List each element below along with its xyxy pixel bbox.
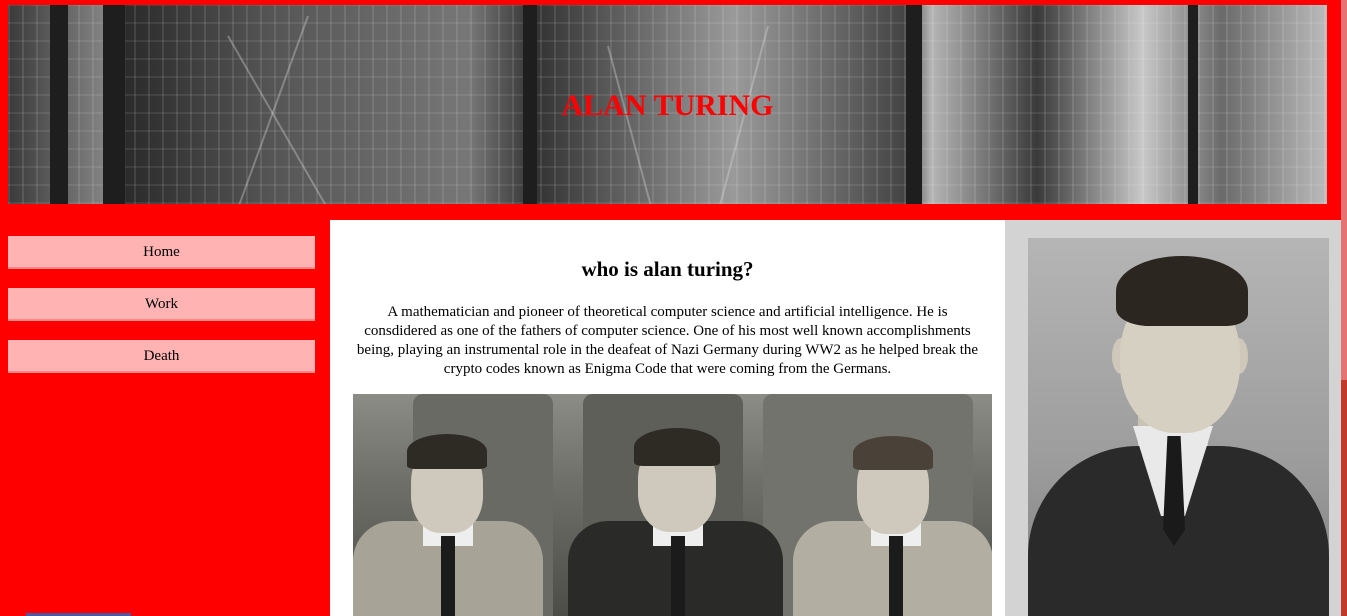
header-banner: ALAN TURING: [8, 5, 1327, 204]
sidebar-nav: Home Work Death: [8, 236, 315, 392]
alan-turing-portrait: [1028, 238, 1329, 616]
page-heading: who is alan turing?: [581, 257, 754, 281]
main-content: who is alan turing? A mathematician and …: [330, 220, 1005, 616]
right-sidebar: [1005, 220, 1341, 616]
nav-death-button[interactable]: Death: [8, 340, 315, 373]
nav-home-button[interactable]: Home: [8, 236, 315, 269]
intro-paragraph: A mathematician and pioneer of theoretic…: [356, 304, 979, 377]
nav-work-button[interactable]: Work: [8, 288, 315, 321]
school-group-photo: [353, 394, 992, 616]
site-title: ALAN TURING: [561, 89, 774, 122]
right-edge-strip: [1341, 0, 1347, 616]
